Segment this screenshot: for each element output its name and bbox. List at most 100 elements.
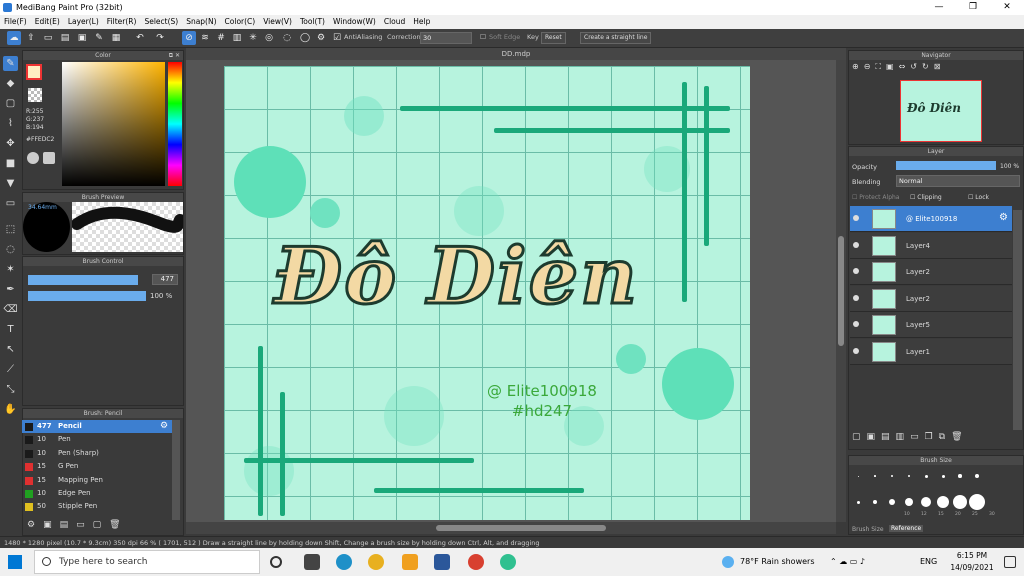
snap-grid-icon[interactable]: # (214, 31, 228, 45)
rotate-right-icon[interactable]: ↻ (922, 62, 929, 76)
snap-off-icon[interactable]: ⊘ (182, 31, 196, 45)
color-picker-icon[interactable] (43, 152, 55, 164)
tab-reference[interactable]: Reference (889, 525, 924, 532)
protect-alpha-checkbox[interactable]: ☐ Protect Alpha (852, 194, 899, 201)
brush-size-preset[interactable] (856, 500, 860, 504)
brush-size-preset[interactable] (874, 475, 876, 477)
hand-tool-icon[interactable]: ✋ (3, 402, 18, 417)
duplicate-icon[interactable]: ▢ (93, 520, 102, 534)
tab-brush-size[interactable]: Brush Size (852, 526, 884, 533)
add-brush-icon[interactable]: ⚙ (27, 520, 35, 534)
clock-time[interactable]: 6:15 PM (948, 551, 996, 560)
foreground-color-swatch[interactable] (26, 64, 42, 80)
menu-window[interactable]: Window(W) (333, 15, 376, 29)
cloud-icon[interactable]: ☁ (7, 31, 21, 45)
layer-opacity-slider[interactable] (896, 161, 996, 170)
bucket-tool-icon[interactable]: ▼ (3, 176, 18, 191)
layer-visibility-icon[interactable] (853, 321, 859, 328)
windows-start-icon[interactable] (8, 555, 22, 569)
taskbar-app-icon[interactable] (304, 554, 320, 570)
snap-ellipse-icon[interactable]: ◯ (298, 31, 312, 45)
brush-list-scrollbar[interactable] (172, 420, 180, 520)
close-button[interactable]: ✕ (990, 0, 1024, 15)
brush-size-preset[interactable] (889, 499, 895, 505)
new-halftone-icon[interactable]: ▣ (867, 432, 876, 446)
brush-item[interactable]: 50 Stipple Pen (22, 500, 172, 513)
brush-size-preset[interactable] (958, 474, 962, 478)
brush-size-preset[interactable] (924, 474, 928, 478)
canvas-vertical-scrollbar[interactable] (836, 60, 846, 522)
magic-wand-icon[interactable]: ✶ (3, 262, 18, 277)
menu-layer[interactable]: Layer(L) (68, 15, 99, 29)
panel-close-icon[interactable]: ⧉ ✕ (169, 51, 180, 60)
menu-help[interactable]: Help (413, 15, 430, 29)
straight-line-button[interactable]: Create a straight line (580, 32, 652, 44)
delete-brush-icon[interactable]: 🗑 (109, 520, 120, 534)
menu-file[interactable]: File(F) (4, 15, 27, 29)
brush-size-preset[interactable] (953, 495, 967, 509)
brush-item[interactable]: 15 G Pen (22, 460, 172, 473)
eyedropper-icon[interactable]: ⤡ (3, 382, 18, 397)
comment-icon[interactable]: ▭ (41, 31, 55, 45)
snap-parallel-icon[interactable]: ≋ (198, 31, 212, 45)
select-tool-icon[interactable]: ⬚ (3, 222, 18, 237)
fit-icon[interactable]: ⛶ (875, 62, 881, 76)
select-eraser-icon[interactable]: ⌫ (3, 302, 18, 317)
snap-cross-icon[interactable]: ▥ (230, 31, 244, 45)
brush-opacity-slider[interactable] (28, 291, 146, 301)
chat-icon[interactable]: ▤ (58, 31, 72, 45)
chrome-profile-icon[interactable] (468, 554, 484, 570)
new-layer-icon[interactable]: ▢ (852, 432, 861, 446)
zoom-out-icon[interactable]: ⊖ (864, 62, 871, 76)
brush-size-preset[interactable] (941, 474, 945, 478)
correction-select[interactable]: 30 (420, 32, 472, 44)
eraser-tool-icon[interactable]: ◆ (3, 76, 18, 91)
operation-tool-icon[interactable]: ↖ (3, 342, 18, 357)
hue-slider[interactable] (168, 62, 182, 186)
brush-size-value[interactable]: 477 (152, 274, 178, 285)
brush-size-preset[interactable] (937, 496, 949, 508)
text-bubble-icon[interactable]: ▣ (75, 31, 89, 45)
menu-filter[interactable]: Filter(R) (107, 15, 137, 29)
artwork[interactable]: Đô Diên @ Elite100918 #hd247 (224, 66, 750, 520)
move-tool-icon[interactable]: ✥ (3, 136, 18, 151)
background-color-swatch[interactable] (28, 88, 42, 102)
flip-icon[interactable]: ⇔ (899, 62, 906, 76)
undo-icon[interactable]: ↶ (133, 31, 147, 45)
brush-item[interactable]: 10 Pen (22, 433, 172, 446)
merge-layer-icon[interactable]: ⧉ (939, 432, 945, 446)
snap-curve-icon[interactable]: ◌ (280, 31, 294, 45)
weather-text[interactable]: 78°F Rain showers (740, 548, 815, 576)
layer-visibility-icon[interactable] (853, 294, 859, 301)
actual-size-icon[interactable]: ▣ (886, 62, 894, 76)
text-tool-icon[interactable]: T (3, 322, 18, 337)
export-icon[interactable]: ⇧ (24, 31, 38, 45)
layer-row[interactable]: Layer2 (850, 285, 1012, 312)
brush-size-preset[interactable] (975, 474, 979, 478)
reset-button[interactable]: Reset (541, 32, 566, 44)
menu-tool[interactable]: Tool(T) (300, 15, 325, 29)
layer-row[interactable]: Layer2 (850, 259, 1012, 286)
document-tab[interactable]: DD.mdp (186, 48, 846, 60)
color-wheel-icon[interactable] (27, 152, 39, 164)
layer-visibility-icon[interactable] (853, 348, 859, 354)
brush-size-preset[interactable] (873, 500, 877, 504)
layer-options-icon[interactable]: ▥ (896, 432, 905, 446)
lock-view-icon[interactable]: ⊠ (934, 62, 941, 76)
brush-size-preset[interactable] (905, 498, 913, 506)
brush-item[interactable]: 10 Edge Pen (22, 487, 172, 500)
brush-dropdown-icon[interactable]: ▣ (43, 520, 52, 534)
minimize-button[interactable]: — (922, 0, 956, 15)
layer-scrollbar[interactable] (1013, 210, 1022, 430)
edit-icon[interactable]: ✎ (92, 31, 106, 45)
brush-settings-icon[interactable]: ⚙ (160, 421, 168, 431)
navigator-thumbnail[interactable]: Đô Diên (900, 80, 982, 142)
menu-snap[interactable]: Snap(N) (186, 15, 216, 29)
task-view-icon[interactable] (270, 556, 282, 568)
lasso-tool-icon[interactable]: ◌ (3, 242, 18, 257)
layer-row[interactable]: Layer5 (850, 312, 1012, 339)
menu-view[interactable]: View(V) (263, 15, 292, 29)
snap-settings-icon[interactable]: ⚙ (314, 31, 328, 45)
frame-icon[interactable]: ▦ (109, 31, 123, 45)
fill-shape-icon[interactable]: ■ (3, 156, 18, 171)
